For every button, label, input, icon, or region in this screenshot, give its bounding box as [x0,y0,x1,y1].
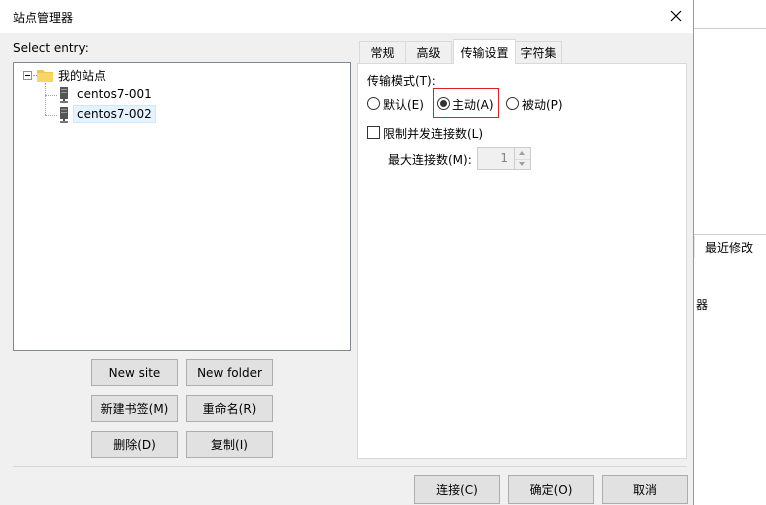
column-header-modified[interactable]: 最近修改 [694,236,766,258]
cancel-button[interactable]: 取消 [602,475,688,504]
new-site-button[interactable]: New site [91,359,178,386]
tab-advanced[interactable]: 高级 [405,41,452,63]
connect-button[interactable]: 连接(C) [414,475,500,504]
site-manager-dialog: 站点管理器 Select entry: 我的站点 centos7-001 cen… [0,0,694,505]
transfer-mode-label: 传输模式(T): [367,74,436,88]
rename-button[interactable]: 重命名(R) [186,395,273,422]
ok-button[interactable]: 确定(O) [508,475,594,504]
dialog-title: 站点管理器 [13,11,74,25]
background-divider [694,28,766,29]
max-connections-stepper[interactable] [515,147,531,170]
tree-site-item[interactable]: centos7-001 [74,86,155,102]
max-connections-label: 最大连接数(M): [388,153,472,167]
close-button[interactable] [660,0,693,33]
footer-divider [13,466,687,467]
delete-button[interactable]: 删除(D) [91,431,178,458]
mode-passive-radio[interactable] [506,97,519,110]
new-bookmark-button[interactable]: 新建书签(M) [91,395,178,422]
tab-charset[interactable]: 字符集 [515,41,562,63]
site-tree[interactable]: 我的站点 centos7-001 centos7-002 [13,62,351,351]
annotation-highlight-box [433,88,499,118]
tab-general[interactable]: 常规 [359,41,406,63]
server-icon [60,87,68,103]
mode-default-radio[interactable] [367,97,380,110]
tree-root-label[interactable]: 我的站点 [55,66,109,85]
tab-transfer-settings[interactable]: 传输设置 [453,39,516,64]
mode-default-label[interactable]: 默认(E) [383,96,424,113]
close-icon [670,10,682,22]
stepper-down-icon[interactable] [515,159,530,170]
tree-site-item-selected[interactable]: centos7-002 [73,105,156,123]
limit-connections-checkbox[interactable] [367,126,380,139]
tree-connector [45,115,57,116]
max-connections-input[interactable]: 1 [477,147,515,170]
title-bar[interactable]: 站点管理器 [0,0,693,33]
column-header-label: 最近修改 [705,241,754,255]
new-folder-button[interactable]: New folder [186,359,273,386]
tree-connector [45,83,46,115]
select-entry-label: Select entry: [13,41,89,55]
transfer-settings-panel [357,63,687,459]
limit-connections-label[interactable]: 限制并发连接数(L) [383,125,483,142]
copy-button[interactable]: 复制(I) [186,431,273,458]
tree-connector [45,95,57,96]
server-icon [60,107,68,123]
folder-icon [37,70,53,82]
background-text-fragment: 器 [696,298,709,312]
collapse-toggle[interactable] [23,71,32,80]
mode-passive-label[interactable]: 被动(P) [522,96,563,113]
